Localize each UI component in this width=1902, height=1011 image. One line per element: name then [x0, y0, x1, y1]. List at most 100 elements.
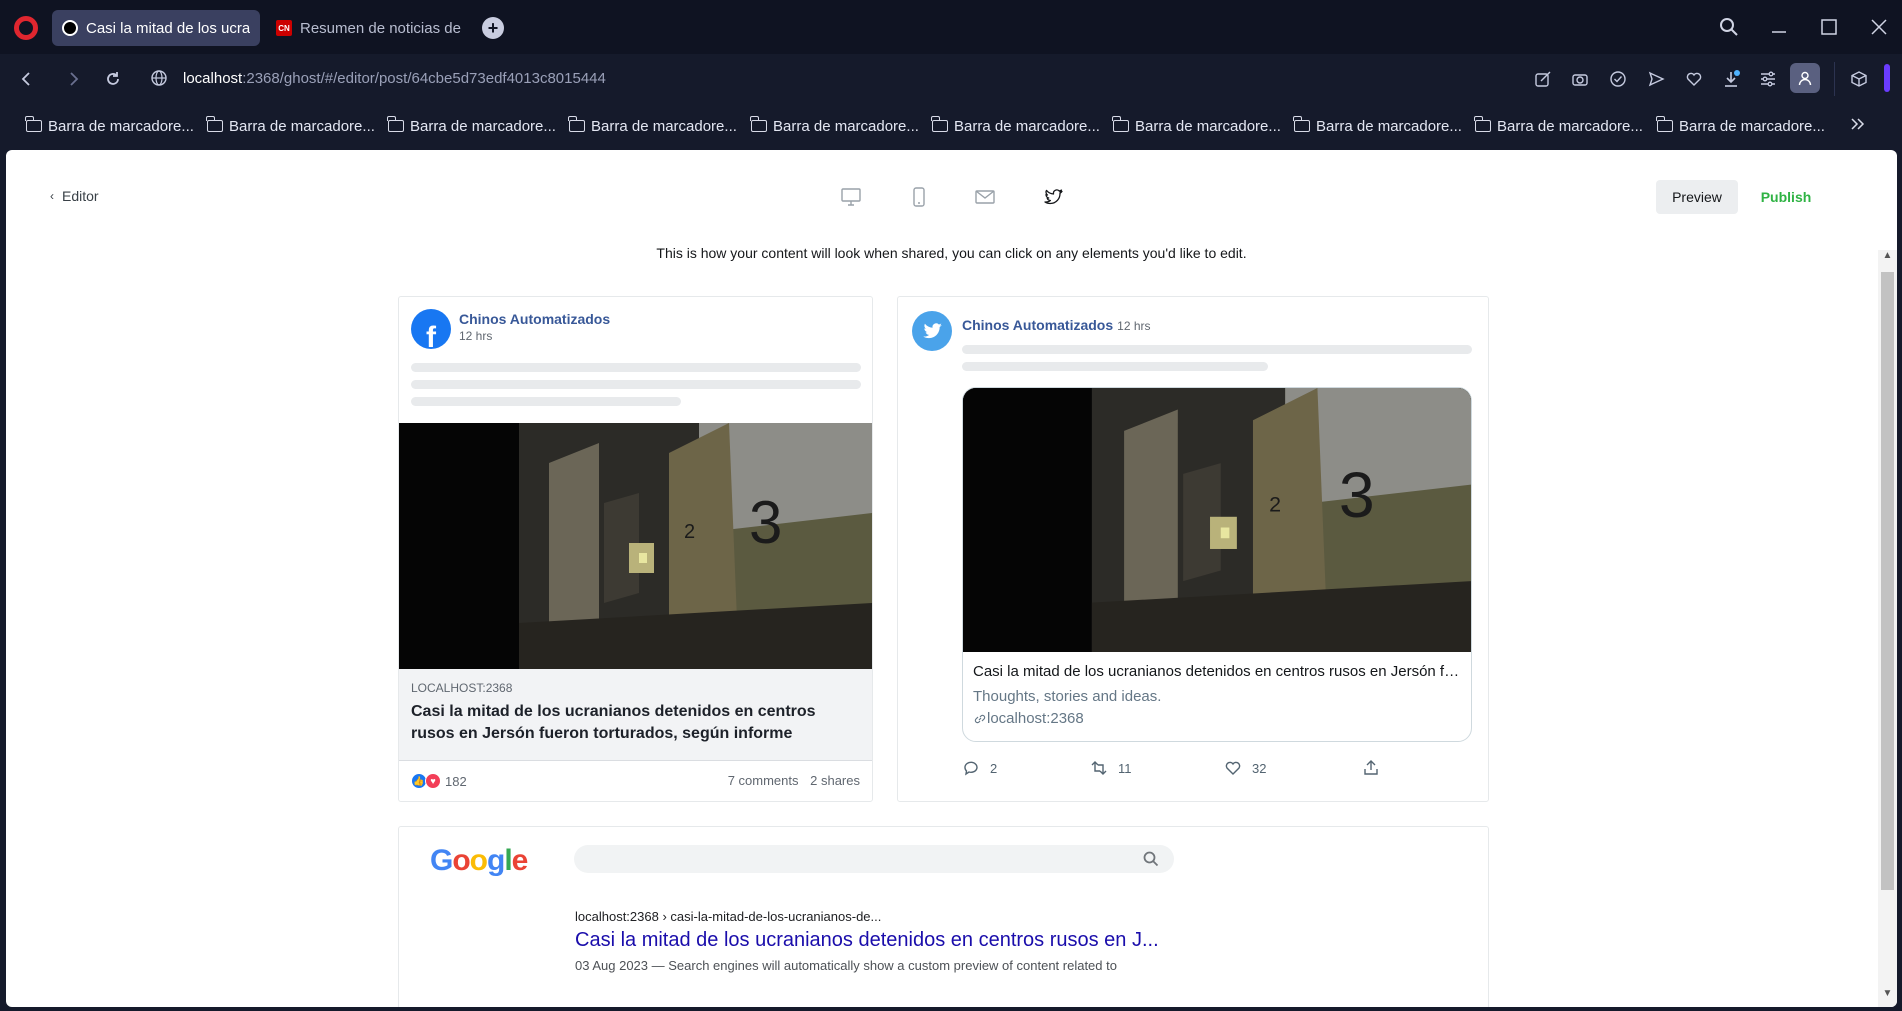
bookmark-item[interactable]: Barra de marcadore... [25, 116, 194, 136]
facebook-feature-image[interactable]: 3 2 [399, 423, 872, 669]
google-search-bar [574, 845, 1174, 873]
bookmark-item[interactable]: Barra de marcadore... [1112, 116, 1281, 136]
twitter-card-description[interactable]: Thoughts, stories and ideas. [973, 688, 1161, 705]
desktop-icon[interactable] [840, 186, 864, 210]
share-action [1362, 759, 1390, 777]
back-icon[interactable] [14, 66, 40, 92]
sidebar-toggle[interactable] [1884, 64, 1890, 92]
folder-icon [1474, 116, 1491, 132]
navigation-bar: localhost:2368/ghost/#/editor/post/64cbe… [0, 54, 1902, 104]
corridor-photo: 3 2 [399, 423, 872, 669]
bookmark-item[interactable]: Barra de marcadore... [1474, 116, 1643, 136]
scrollbar-thumb[interactable] [1881, 272, 1894, 890]
search-icon [1143, 851, 1159, 867]
twitter-logo-icon [912, 311, 952, 351]
reload-icon[interactable] [100, 66, 126, 92]
minimize-icon[interactable] [1766, 14, 1792, 40]
bookmark-label: Barra de marcadore... [48, 117, 194, 135]
twitter-card[interactable]: 3 2 Casi la mitad de los ucranianos dete… [962, 387, 1472, 742]
tab-strip: Casi la mitad de los ucran CN Resumen de… [0, 0, 1902, 54]
like-action: 32 [1224, 759, 1266, 777]
extensions-cube-icon[interactable] [1848, 68, 1870, 90]
scroll-up-icon[interactable]: ▲ [1881, 250, 1894, 268]
like-heart-icon [1225, 761, 1241, 775]
bookmark-item[interactable]: Barra de marcadore... [568, 116, 737, 136]
cnn-favicon-icon: CN [276, 20, 292, 36]
search-icon[interactable] [1716, 14, 1742, 40]
bookmark-label: Barra de marcadore... [1497, 117, 1643, 135]
forward-icon[interactable] [60, 66, 86, 92]
new-tab-button[interactable]: + [482, 17, 504, 39]
facebook-post-time: 12 hrs [459, 329, 493, 343]
close-window-icon[interactable] [1866, 14, 1892, 40]
heart-icon[interactable] [1683, 68, 1705, 90]
facebook-domain: LOCALHOST:2368 [411, 681, 513, 695]
tab-active[interactable]: Casi la mitad de los ucran [52, 10, 260, 46]
bookmark-item[interactable]: Barra de marcadore... [387, 116, 556, 136]
facebook-preview-card[interactable]: f Chinos Automatizados 12 hrs 3 2 LOCALH… [398, 296, 873, 802]
send-icon[interactable] [1645, 68, 1667, 90]
page-content: ‹ Editor Preview Publish This is how you… [6, 150, 1897, 1007]
folder-icon [1293, 116, 1310, 132]
bookmark-label: Barra de marcadore... [1679, 117, 1825, 135]
twitter-preview-card[interactable]: Chinos Automatizados 12 hrs 3 2 Casi la … [897, 296, 1489, 802]
chevron-left-icon: ‹ [50, 189, 54, 203]
twitter-actions: 2 11 32 [962, 759, 1382, 783]
google-result-url: localhost:2368 › casi-la-mitad-de-los-uc… [575, 909, 882, 924]
twitter-name-text: Chinos Automatizados [962, 317, 1114, 333]
publish-button[interactable]: Publish [1750, 180, 1822, 214]
url-text[interactable]: localhost:2368/ghost/#/editor/post/64cbe… [183, 70, 606, 87]
url-host: localhost [183, 70, 243, 87]
bookmark-item[interactable]: Barra de marcadore... [1656, 116, 1825, 136]
bookmark-label: Barra de marcadore... [954, 117, 1100, 135]
google-result-snippet[interactable]: 03 Aug 2023 — Search engines will automa… [575, 958, 1117, 973]
shield-icon[interactable] [1607, 68, 1629, 90]
download-icon[interactable] [1720, 68, 1742, 90]
share-icon[interactable] [1532, 68, 1554, 90]
tab-inactive[interactable]: CN Resumen de noticias de la [266, 10, 472, 46]
retweet-action: 11 [1090, 759, 1132, 777]
twitter-feature-image[interactable]: 3 2 [963, 388, 1471, 652]
twitter-post-time: 12 hrs [1117, 319, 1151, 333]
reply-action: 2 [962, 759, 997, 777]
bookmark-label: Barra de marcadore... [410, 117, 556, 135]
placeholder-line [411, 363, 861, 372]
facebook-stats: 7 comments 2 shares [728, 773, 860, 788]
svg-text:2: 2 [684, 521, 695, 543]
profile-avatar-icon[interactable] [1790, 63, 1820, 93]
folder-icon [931, 116, 948, 132]
comments-count: 7 comments [727, 773, 799, 788]
camera-icon[interactable] [1569, 68, 1591, 90]
toolbar-divider [1834, 62, 1835, 96]
scroll-down-icon[interactable]: ▼ [1881, 988, 1894, 1006]
opera-logo-icon[interactable] [14, 16, 38, 40]
email-icon[interactable] [974, 186, 998, 210]
google-result-title[interactable]: Casi la mitad de los ucranianos detenido… [575, 929, 1159, 952]
back-label: Editor [62, 188, 99, 204]
twitter-social-icon[interactable] [1042, 186, 1066, 210]
tab-title: Resumen de noticias de la [300, 19, 462, 37]
facebook-link-meta[interactable]: LOCALHOST:2368 Casi la mitad de los ucra… [399, 669, 872, 761]
placeholder-line [411, 397, 681, 406]
google-preview-card[interactable]: Google localhost:2368 › casi-la-mitad-de… [398, 826, 1489, 1007]
like-count: 32 [1252, 760, 1267, 776]
preview-button[interactable]: Preview [1656, 180, 1738, 214]
twitter-card-title[interactable]: Casi la mitad de los ucranianos detenido… [973, 663, 1461, 680]
bookmark-item[interactable]: Barra de marcadore... [1293, 116, 1462, 136]
placeholder-line [962, 362, 1268, 371]
folder-icon [25, 116, 42, 132]
twitter-link-text: localhost:2368 [987, 710, 1084, 727]
bookmarks-overflow-icon[interactable] [1850, 116, 1866, 137]
placeholder-line [411, 380, 861, 389]
mobile-icon[interactable] [908, 186, 932, 210]
maximize-icon[interactable] [1816, 14, 1842, 40]
bookmark-item[interactable]: Barra de marcadore... [206, 116, 375, 136]
facebook-post-title[interactable]: Casi la mitad de los ucranianos detenido… [411, 701, 851, 745]
back-to-editor-link[interactable]: ‹ Editor [50, 188, 99, 204]
reply-count: 2 [990, 760, 998, 776]
shares-count: 2 shares [810, 773, 860, 788]
easy-setup-icon[interactable] [1757, 68, 1779, 90]
bookmark-item[interactable]: Barra de marcadore... [931, 116, 1100, 136]
bookmark-item[interactable]: Barra de marcadore... [750, 116, 919, 136]
bookmarks-bar: Barra de marcadore... Barra de marcadore… [0, 104, 1902, 148]
